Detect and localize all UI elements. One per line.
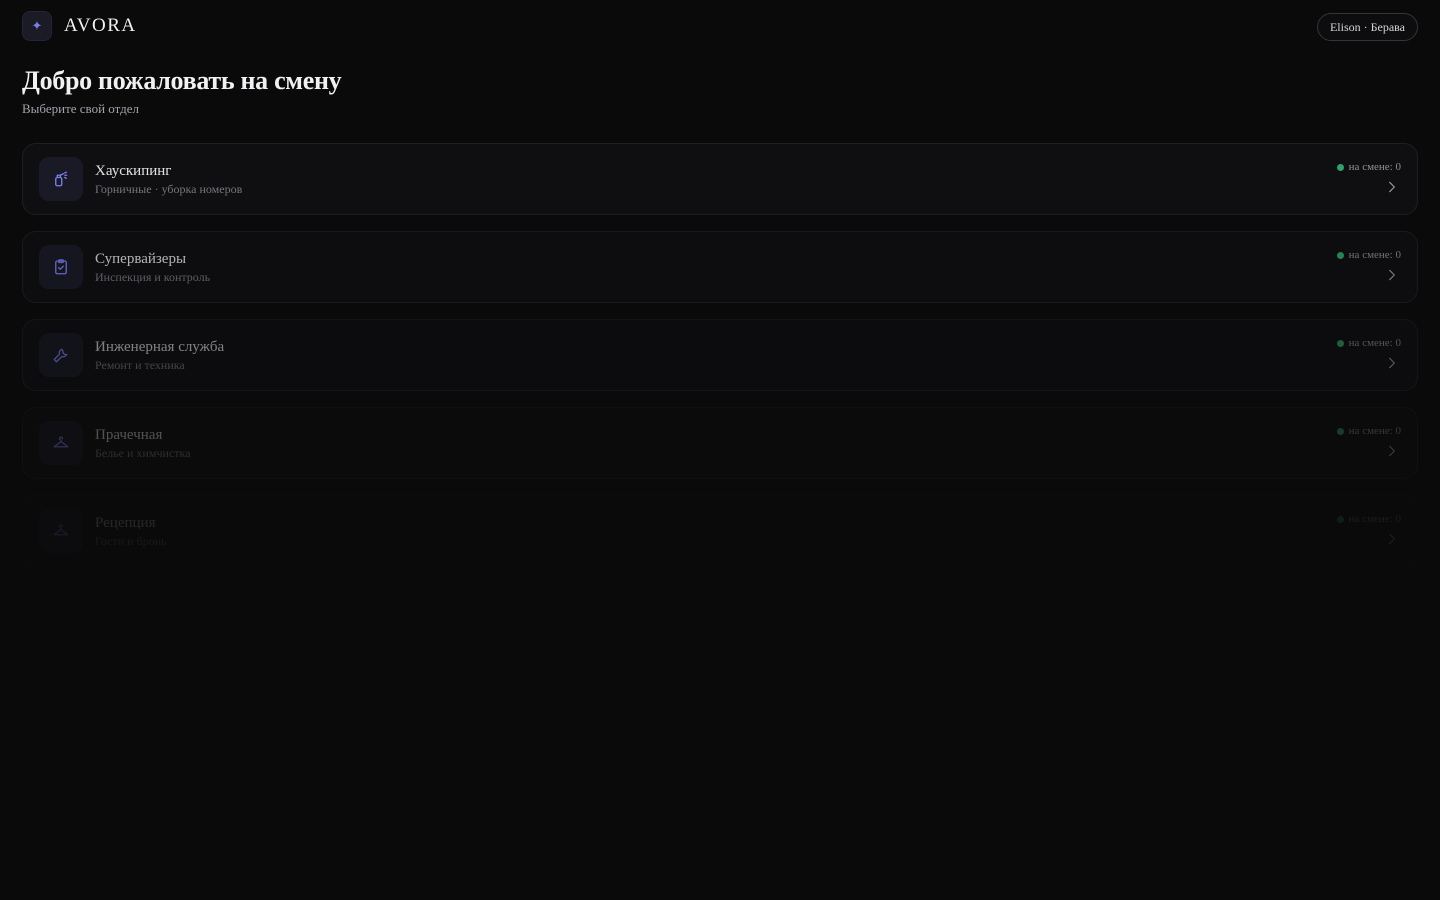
status-dot [1336, 339, 1344, 347]
top-bar: ✦ AVORA Elison · Берава [0, 0, 1440, 54]
on-shift-status: на смене: 0 [1336, 249, 1401, 261]
department-card-supervisors[interactable]: Супервайзеры Инспекция и контроль на сме… [22, 231, 1418, 303]
page-title: Добро пожаловать на смену [22, 66, 342, 95]
department-name: Хаускипинг [95, 163, 172, 179]
on-shift-count: на смене: 0 [1348, 337, 1401, 349]
user-badge[interactable]: Elison · Берава [1316, 13, 1418, 41]
on-shift-count: на смене: 0 [1348, 513, 1401, 525]
department-name: Инженерная служба [95, 339, 225, 355]
department-description: Инспекция и контроль [95, 270, 211, 284]
department-name: Супервайзеры [95, 251, 187, 267]
department-name: Прачечная [95, 427, 163, 443]
clipboard-check-icon [39, 245, 83, 289]
department-name: Рецепция [95, 515, 156, 531]
on-shift-count: на смене: 0 [1348, 425, 1401, 437]
on-shift-count: на смене: 0 [1348, 249, 1401, 261]
on-shift-count: на смене: 0 [1348, 161, 1401, 173]
department-description: Гости и бронь [95, 534, 167, 548]
department-card-engineering[interactable]: Инженерная служба Ремонт и техника на см… [22, 319, 1418, 391]
spray-bottle-icon [39, 157, 83, 201]
wrench-icon [39, 333, 83, 377]
hanger-icon [39, 421, 83, 465]
status-dot [1336, 163, 1344, 171]
bell-icon [39, 509, 83, 553]
chevron-right-icon [1389, 357, 1395, 369]
on-shift-status: на смене: 0 [1336, 161, 1401, 173]
department-list: Хаускипинг Горничные · уборка номеров на… [22, 143, 1418, 583]
department-description: Ремонт и техника [95, 358, 185, 372]
department-description: Горничные · уборка номеров [95, 182, 243, 196]
department-card-laundry[interactable]: Прачечная Белье и химчистка на смене: 0 [22, 407, 1418, 479]
status-dot [1336, 515, 1344, 523]
page-subtitle: Выберите свой отдел [22, 101, 140, 116]
on-shift-status: на смене: 0 [1336, 337, 1401, 349]
status-dot [1336, 427, 1344, 435]
on-shift-status: на смене: 0 [1336, 513, 1401, 525]
department-card-reception[interactable]: Рецепция Гости и бронь на смене: 0 [22, 495, 1418, 567]
status-dot [1336, 251, 1344, 259]
chevron-right-icon [1389, 269, 1395, 281]
chevron-right-icon [1389, 181, 1395, 193]
brand-name: AVORA [64, 15, 137, 36]
chevron-right-icon [1389, 445, 1395, 457]
logo-icon: ✦ [22, 11, 52, 41]
on-shift-status: на смене: 0 [1336, 425, 1401, 437]
department-card-housekeeping[interactable]: Хаускипинг Горничные · уборка номеров на… [22, 143, 1418, 215]
department-description: Белье и химчистка [95, 446, 191, 460]
chevron-right-icon [1389, 533, 1395, 545]
